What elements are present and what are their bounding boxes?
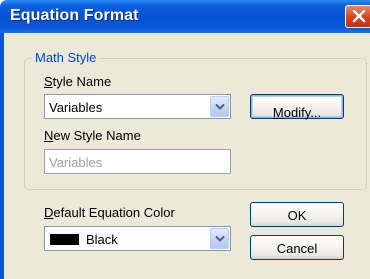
close-button[interactable] bbox=[345, 5, 370, 28]
color-swatch bbox=[50, 234, 79, 245]
style-name-dropdown[interactable]: Variables bbox=[44, 94, 231, 119]
style-name-value: Variables bbox=[49, 100, 103, 115]
style-name-dropdown-button[interactable] bbox=[210, 96, 229, 117]
equation-format-dialog: Equation Format Math Style Style Name Va… bbox=[0, 0, 370, 279]
close-icon bbox=[352, 10, 366, 23]
default-color-label: Default Equation Color bbox=[44, 205, 175, 220]
color-value: Black bbox=[86, 232, 118, 247]
chevron-down-icon bbox=[215, 235, 225, 242]
style-name-label: Style Name bbox=[44, 74, 112, 89]
window-title: Equation Format bbox=[10, 7, 139, 24]
modify-button[interactable]: Modify... bbox=[250, 94, 344, 120]
math-style-group-title: Math Style bbox=[32, 51, 100, 65]
title-bar[interactable]: Equation Format bbox=[0, 0, 370, 33]
chevron-down-icon bbox=[215, 103, 225, 110]
ok-button[interactable]: OK bbox=[250, 202, 344, 227]
new-style-name-label: New Style Name bbox=[44, 128, 141, 143]
color-dropdown-button[interactable] bbox=[210, 228, 229, 249]
new-style-name-value: Variables bbox=[49, 155, 103, 170]
color-dropdown[interactable]: Black bbox=[44, 226, 231, 251]
new-style-name-field[interactable]: Variables bbox=[44, 149, 231, 174]
cancel-button[interactable]: Cancel bbox=[250, 235, 344, 260]
